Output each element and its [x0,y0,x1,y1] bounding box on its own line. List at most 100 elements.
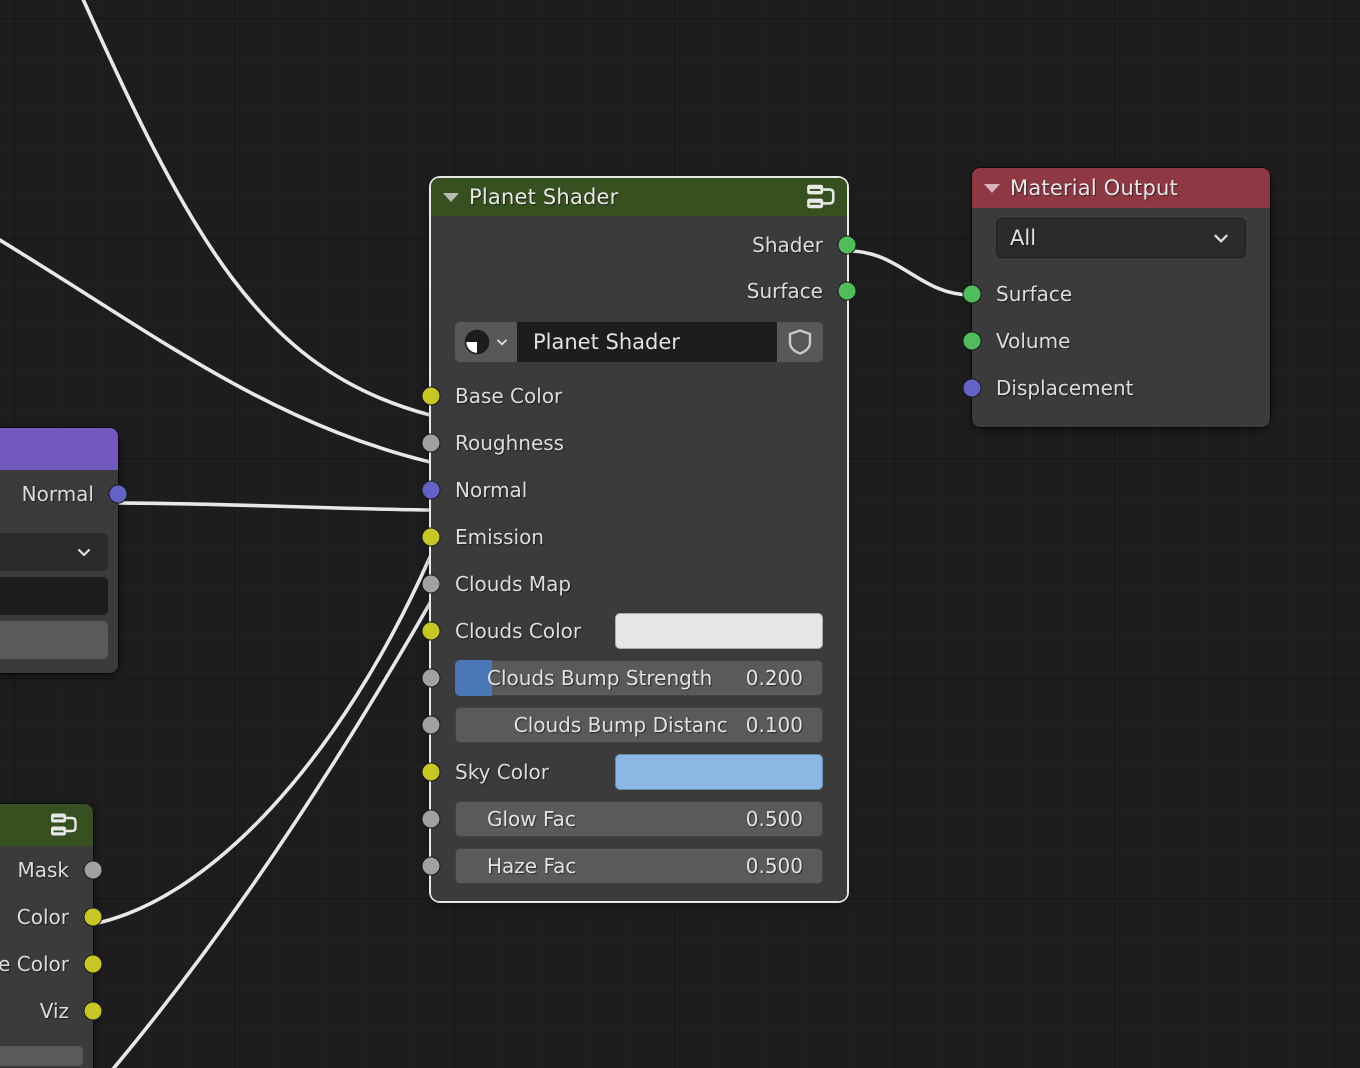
socket-haze-fac-in[interactable] [421,856,441,875]
link-color-to-emission [91,555,432,926]
socket-base-color-in[interactable] [421,386,441,405]
clouds-bump-distance-slider[interactable]: Clouds Bump Distanc 0.100 [455,706,823,743]
socket-color-out[interactable] [83,907,103,926]
planet-shader-input-haze-fac: Haze Fac 0.500 [421,842,847,889]
planet-shader-output-surface-label: Surface [746,279,823,303]
left-normal-node-header[interactable] [0,428,118,470]
planet-shader-input-roughness: Roughness [421,419,847,466]
link-to-clouds-map [111,601,432,1068]
clouds-bump-distance-value: 0.100 [745,712,803,737]
material-output-header[interactable]: Material Output [972,168,1270,208]
socket-glow-fac-in[interactable] [421,809,441,828]
glow-fac-slider[interactable]: Glow Fac 0.500 [455,800,823,837]
socket-clouds-color-in[interactable] [421,621,441,640]
material-output-title: Material Output [1010,176,1178,200]
left-bottom-label-mask: Mask [17,857,69,882]
left-normal-node[interactable]: Normal 1.000 [0,428,128,673]
left-bottom-node-header[interactable] [0,804,93,846]
clouds-color-swatch[interactable] [615,612,823,649]
material-output-input-surface-label: Surface [996,281,1073,306]
socket-roughness-in[interactable] [421,433,441,452]
chevron-down-icon [77,548,91,557]
planet-shader-output-shader: Shader [431,222,857,268]
left-bottom-row-color: Color [0,893,103,940]
socket-emission-in[interactable] [421,527,441,546]
clouds-bump-distance-label: Clouds Bump Distanc [513,712,728,737]
socket-sky-color-in[interactable] [421,762,441,781]
socket-normal-out[interactable] [108,484,128,503]
haze-fac-value: 0.500 [745,853,803,878]
left-bottom-row-e-color: e Color [0,940,103,987]
material-output-body: All Surface Volume Displacement [962,218,1270,427]
planet-shader-input-roughness-label: Roughness [455,430,565,455]
material-output-input-volume: Volume [962,317,1270,364]
material-selector[interactable]: Planet Shader [455,322,823,362]
fake-user-button[interactable] [777,322,823,362]
socket-mo-volume-in[interactable] [962,331,982,350]
left-node-number-field[interactable]: 1.000 [0,621,108,659]
planet-shader-header[interactable]: Planet Shader [431,178,847,216]
left-bottom-row-mask: Mask [0,846,103,893]
node-group-icon [51,813,77,836]
haze-fac-label: Haze Fac [487,853,577,878]
socket-clouds-bump-distance-in[interactable] [421,715,441,734]
link-normal [116,501,432,512]
material-output-input-surface: Surface [962,270,1270,317]
planet-shader-input-clouds-color: Clouds Color [421,607,847,654]
socket-surface-out[interactable] [837,281,857,301]
planet-shader-input-base-color: Base Color [421,372,847,419]
shader-node-editor-canvas[interactable]: Normal 1.000 [0,0,1360,1068]
planet-shader-output-shader-label: Shader [752,233,823,257]
planet-shader-input-glow-fac: Glow Fac 0.500 [421,795,847,842]
socket-clouds-map-in[interactable] [421,574,441,593]
left-normal-node-body: Normal 1.000 [0,470,128,673]
socket-mo-displacement-in[interactable] [962,378,982,397]
collapse-triangle-icon[interactable] [984,183,1000,193]
planet-shader-input-clouds-map-label: Clouds Map [455,571,572,596]
material-name-field[interactable]: Planet Shader [517,322,777,362]
planet-shader-node[interactable]: Planet Shader Shader Surface Planet Shad… [421,178,857,901]
socket-shader-out[interactable] [837,235,857,255]
material-icon-button[interactable] [455,322,517,362]
left-bottom-label-color: Color [16,904,69,929]
planet-shader-input-clouds-bump-distance: Clouds Bump Distanc 0.100 [421,701,847,748]
node-group-icon[interactable] [805,183,837,211]
shield-icon [788,329,812,355]
planet-shader-title: Planet Shader [469,185,619,209]
material-output-target-value: All [1010,226,1037,250]
socket-mo-surface-in[interactable] [962,284,982,303]
chevron-down-icon [496,339,507,346]
material-output-input-displacement-label: Displacement [996,375,1134,400]
clouds-bump-strength-label: Clouds Bump Strength [487,665,713,690]
left-bottom-node[interactable]: Mask Color e Color Viz [0,804,103,1068]
material-sphere-icon [464,329,489,355]
planet-shader-input-emission-label: Emission [455,524,544,549]
planet-shader-input-normal: Normal [421,466,847,513]
planet-shader-output-surface: Surface [431,268,857,314]
material-output-input-displacement: Displacement [962,364,1270,411]
planet-shader-input-emission: Emission [421,513,847,560]
socket-viz-out[interactable] [83,1001,103,1020]
link-shader-to-surface [847,249,973,297]
material-output-node[interactable]: Material Output All Surface Volume Displ… [962,168,1270,427]
planet-shader-input-base-color-label: Base Color [455,383,563,408]
left-normal-output-label: Normal [21,481,94,506]
left-bottom-extra-field[interactable] [0,1046,83,1066]
socket-clouds-bump-strength-in[interactable] [421,668,441,687]
sky-color-swatch[interactable] [615,753,823,790]
left-bottom-node-body: Mask Color e Color Viz [0,846,103,1068]
socket-normal-in[interactable] [421,480,441,499]
left-bottom-row-viz: Viz [0,987,103,1034]
haze-fac-slider[interactable]: Haze Fac 0.500 [455,847,823,884]
socket-e-color-out[interactable] [83,954,103,973]
clouds-bump-strength-slider[interactable]: Clouds Bump Strength 0.200 [455,659,823,696]
socket-mask-out[interactable] [83,860,103,879]
glow-fac-value: 0.500 [745,806,803,831]
material-output-target-dropdown[interactable]: All [996,218,1246,258]
planet-shader-input-clouds-color-label: Clouds Color [455,618,582,643]
link-to-roughness [0,238,432,464]
collapse-triangle-icon[interactable] [443,192,459,202]
left-node-dropdown[interactable] [0,533,108,571]
left-node-text-field[interactable] [0,577,108,615]
left-bottom-label-viz: Viz [39,998,69,1023]
